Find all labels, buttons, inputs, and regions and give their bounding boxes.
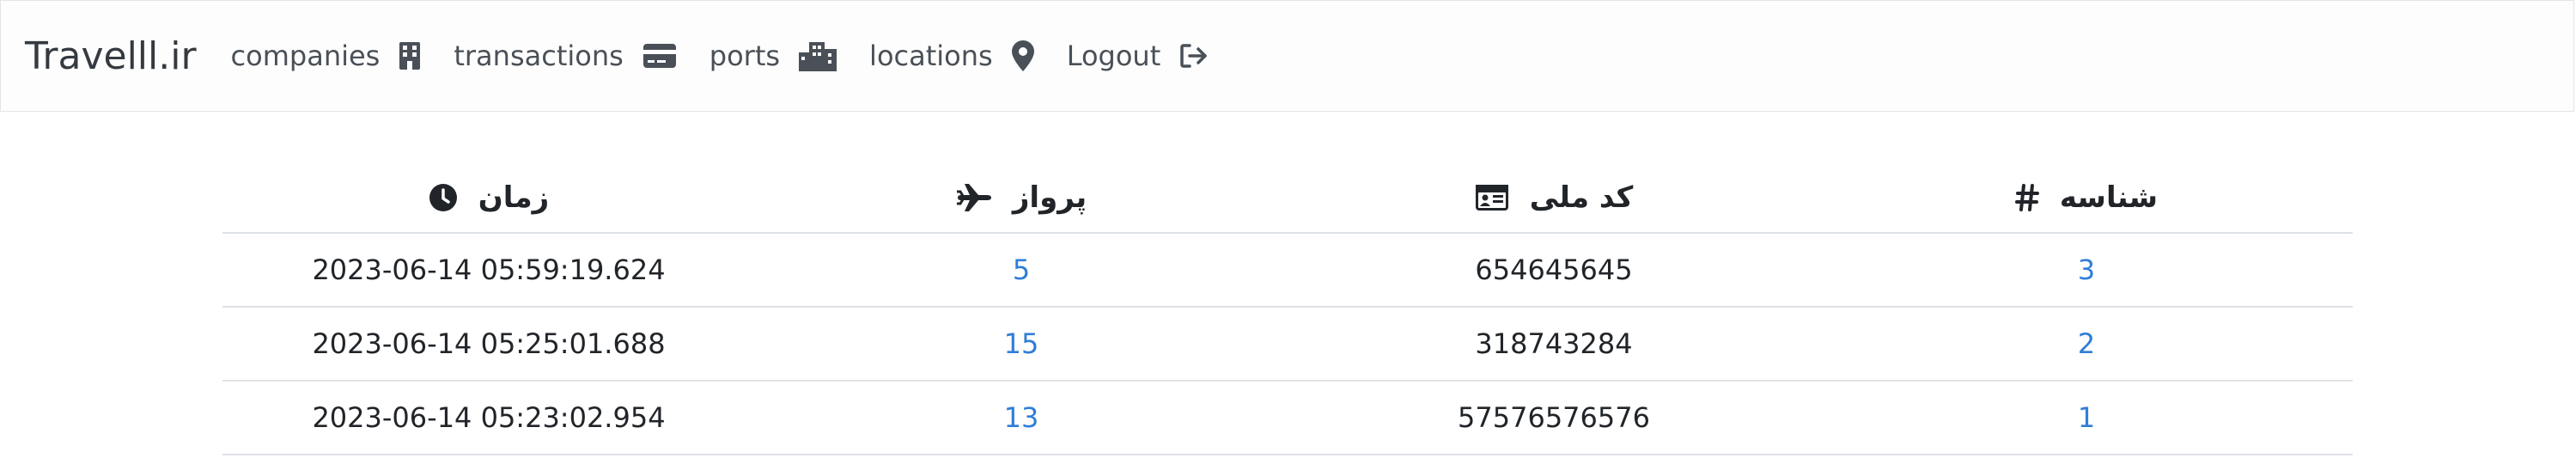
nav-item-logout[interactable]: Logout [1067,40,1209,72]
top-navbar: Travelll.ir companies transactions ports… [0,0,2574,112]
cell-time: 2023-06-14 05:25:01.688 [222,307,755,382]
cell-flight[interactable]: 13 [755,381,1288,455]
nav-item-label: Logout [1066,40,1161,72]
cell-national-code: 654645645 [1288,233,1820,308]
transactions-table-wrapper: شناسه کد ملی پرواز زمان 3 654645645 5 20… [222,163,2353,455]
nav-item-companies[interactable]: companies [231,40,422,72]
column-header-label: شناسه [2059,180,2159,215]
column-header-id[interactable]: شناسه [1820,163,2353,234]
flight-link[interactable]: 5 [1013,253,1030,286]
nav-item-label: transactions [454,40,624,72]
cell-id[interactable]: 3 [1820,233,2353,308]
nav-item-locations[interactable]: locations [869,40,1034,72]
flight-link[interactable]: 15 [1004,327,1039,360]
city-icon [799,40,837,71]
id-link[interactable]: 3 [2078,253,2095,286]
nav-item-label: locations [869,40,993,72]
cell-flight[interactable]: 5 [755,233,1288,308]
cell-id[interactable]: 1 [1820,381,2353,455]
id-card-icon [1475,184,1509,211]
nav-item-label: ports [709,40,781,72]
brand-logo[interactable]: Travelll.ir [25,34,197,78]
id-link[interactable]: 2 [2078,327,2095,360]
cell-id[interactable]: 2 [1820,307,2353,382]
cell-time: 2023-06-14 05:23:02.954 [222,381,755,455]
cell-flight[interactable]: 15 [755,307,1288,382]
time-value: 2023-06-14 05:59:19.624 [312,253,666,286]
column-header-label: کد ملی [1529,180,1634,215]
id-link[interactable]: 1 [2078,401,2095,434]
table-row: 2 318743284 15 2023-06-14 05:25:01.688 [222,307,2353,382]
time-value: 2023-06-14 05:23:02.954 [312,401,666,434]
hashtag-icon [2014,184,2039,211]
flight-link[interactable]: 13 [1004,401,1039,434]
nav-item-ports[interactable]: ports [709,40,837,72]
table-row: 3 654645645 5 2023-06-14 05:59:19.624 [222,233,2353,308]
column-header-label: زمان [478,180,550,215]
transactions-table: شناسه کد ملی پرواز زمان 3 654645645 5 20… [222,163,2353,455]
cell-national-code: 318743284 [1288,307,1820,382]
table-header-row: شناسه کد ملی پرواز زمان [222,163,2353,234]
building-icon [399,41,421,70]
table-row: 1 57576576576 13 2023-06-14 05:23:02.954 [222,381,2353,455]
column-header-national-code[interactable]: کد ملی [1288,163,1820,234]
time-value: 2023-06-14 05:25:01.688 [312,327,666,360]
nav-links: companies transactions ports locations L… [231,40,1242,72]
nav-item-label: companies [230,40,381,72]
column-header-label: پرواز [1012,180,1087,215]
logout-icon [1179,43,1209,69]
clock-icon [429,183,458,212]
cell-national-code: 57576576576 [1288,381,1820,455]
cell-time: 2023-06-14 05:59:19.624 [222,233,755,308]
nav-item-transactions[interactable]: transactions [454,40,676,72]
plane-icon [956,183,992,212]
credit-card-icon [642,43,677,69]
map-marker-icon [1011,40,1034,71]
column-header-flight[interactable]: پرواز [755,163,1288,234]
column-header-time[interactable]: زمان [222,163,755,234]
